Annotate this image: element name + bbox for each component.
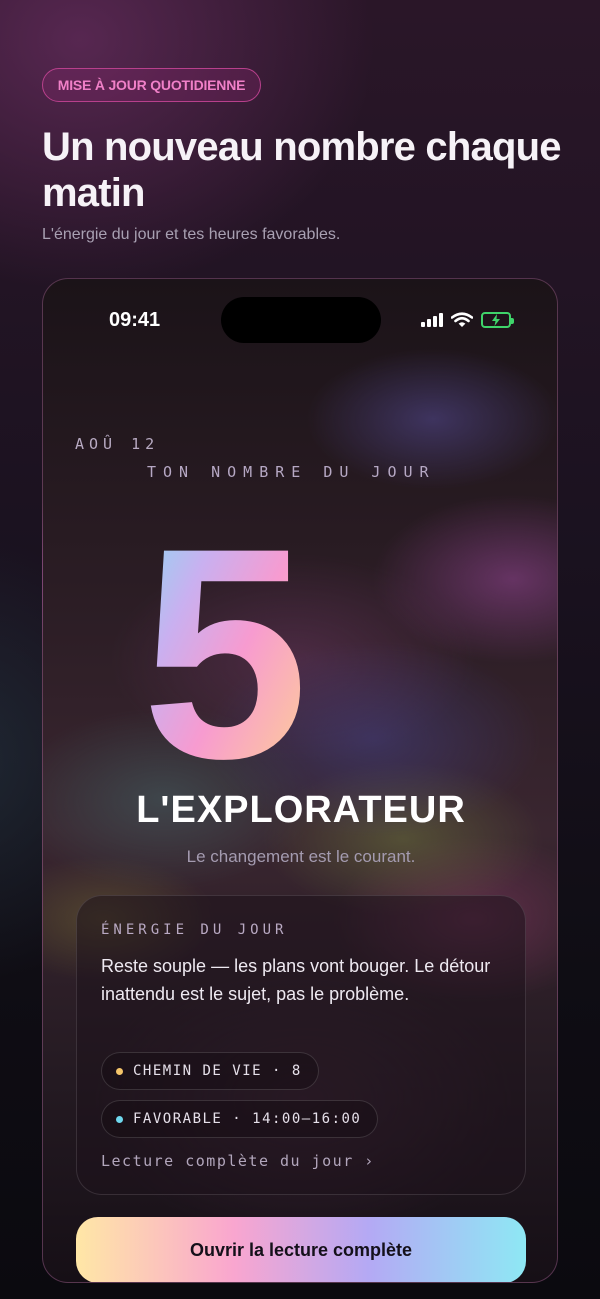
daily-number: 5: [142, 529, 309, 799]
dynamic-island: [221, 297, 381, 343]
promo-subline: L'énergie du jour et tes heures favorabl…: [42, 226, 341, 243]
life-path-chip: CHEMIN DE VIE · 8: [101, 1052, 319, 1090]
card-text: Reste souple — les plans vont bouger. Le…: [101, 956, 491, 1004]
signal-icon: [421, 313, 443, 327]
promo-headline: Un nouveau nombre chaque matin: [42, 125, 561, 215]
card-title: ÉNERGIE DU JOUR: [101, 922, 288, 938]
daily-update-badge: MISE À JOUR QUOTIDIENNE: [42, 68, 261, 102]
chip-dot: [116, 1067, 123, 1075]
status-icons: [421, 311, 514, 329]
date-label: AOÛ 12: [75, 435, 160, 453]
daily-number-text: 5: [142, 529, 309, 799]
status-time: 09:41: [109, 309, 161, 331]
daily-energy-card: ÉNERGIE DU JOUR Reste souple — les plans…: [76, 895, 526, 1195]
chip-label: CHEMIN DE VIE · 8: [133, 1063, 302, 1079]
wifi-icon: [451, 312, 473, 327]
archetype-tagline: Le changement est le courant.: [186, 847, 416, 866]
phone-mockup: 09:41 AOÛ 12 TON NOMBRE DU JOUR 5 L'EXPL…: [42, 278, 558, 1283]
battery-charging-icon: [481, 312, 514, 328]
chip-dot: [116, 1115, 123, 1123]
open-full-reading-button[interactable]: Ouvrir la lecture complète: [76, 1217, 526, 1282]
daily-number-label: TON NOMBRE DU JOUR: [147, 463, 436, 481]
favorable-hours-chip: FAVORABLE · 14:00–16:00: [101, 1100, 379, 1138]
archetype-title: L'EXPLORATEUR: [136, 789, 466, 831]
chip-label: FAVORABLE · 14:00–16:00: [133, 1111, 362, 1127]
full-reading-link[interactable]: Lecture complète du jour ›: [101, 1152, 375, 1170]
